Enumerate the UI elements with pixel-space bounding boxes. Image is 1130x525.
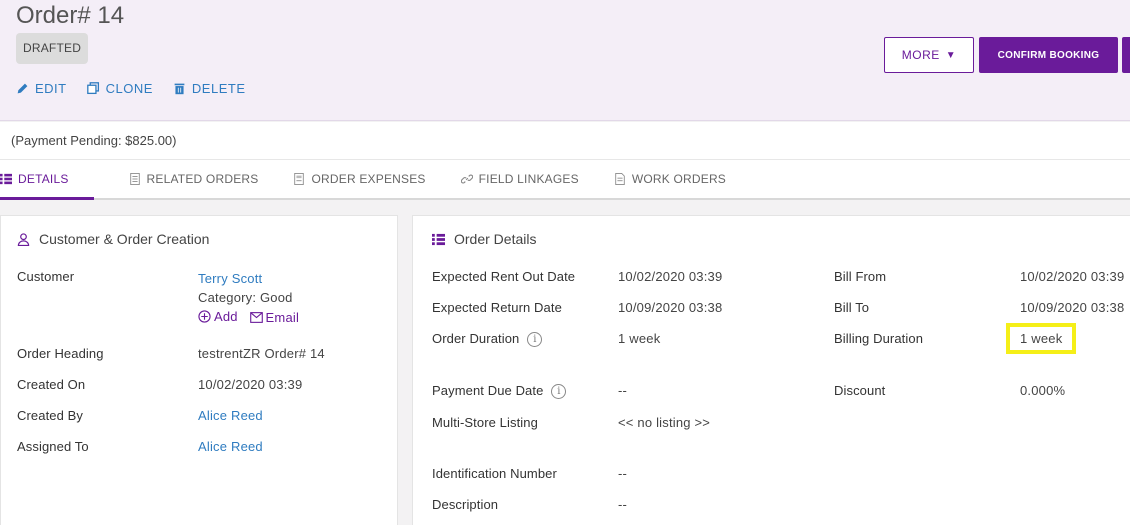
- confirm-booking-button[interactable]: CONFIRM BOOKING: [979, 37, 1118, 73]
- expense-icon: [294, 173, 305, 185]
- bill-to-value: 10/09/2020 03:38: [1020, 300, 1125, 315]
- caret-down-icon: ▼: [945, 49, 957, 61]
- tab-label: WORK ORDERS: [631, 172, 727, 186]
- bill-from-value: 10/02/2020 03:39: [1020, 269, 1125, 284]
- customer-name-link[interactable]: Terry Scott: [198, 269, 307, 288]
- payment-due-label: Payment Due Date: [432, 383, 544, 398]
- payment-due-value: --: [618, 383, 628, 398]
- envelope-icon: [249, 312, 263, 323]
- tab-field-linkages[interactable]: FIELD LINKAGES: [460, 160, 579, 198]
- card-title: Order Details: [432, 231, 536, 247]
- customer-actions: Add Email: [198, 307, 307, 328]
- card-title: Customer & Order Creation: [17, 231, 209, 247]
- created-on-value: 10/02/2020 03:39: [198, 377, 303, 392]
- tab-label: ORDER EXPENSES: [311, 172, 426, 186]
- customer-card-title: Customer & Order Creation: [39, 231, 210, 247]
- order-card-title: Order Details: [454, 231, 537, 247]
- return-label: Expected Return Date: [432, 300, 562, 315]
- clone-button[interactable]: CLONE: [86, 81, 153, 96]
- order-duration-value: 1 week: [618, 331, 661, 346]
- bill-from-label: Bill From: [834, 269, 887, 284]
- payment-pending-text: (Payment Pending: $825.00): [0, 122, 1130, 160]
- more-button[interactable]: MORE ▼: [884, 37, 974, 73]
- trash-icon: [174, 83, 185, 95]
- add-label: Add: [214, 309, 238, 324]
- description-value: --: [618, 497, 628, 512]
- order-details-card: Order Details Expected Rent Out Date 10/…: [412, 215, 1130, 525]
- list-icon: [432, 233, 445, 245]
- edit-button[interactable]: EDIT: [16, 81, 67, 96]
- identification-label: Identification Number: [432, 466, 557, 481]
- order-heading-value: testrentZR Order# 14: [198, 346, 325, 361]
- edit-label: EDIT: [35, 81, 67, 96]
- more-label: MORE: [901, 48, 940, 62]
- created-on-label: Created On: [17, 377, 86, 392]
- description-label: Description: [432, 497, 499, 512]
- customer-label: Customer: [17, 269, 75, 284]
- copy-icon: [86, 82, 99, 95]
- tab-label: FIELD LINKAGES: [478, 172, 579, 186]
- order-duration-row: Order Duration i: [432, 331, 543, 348]
- multistore-value: << no listing >>: [618, 415, 711, 430]
- bill-to-label: Bill To: [834, 300, 870, 315]
- rent-out-value: 10/02/2020 03:39: [618, 269, 723, 284]
- tab-order-expenses[interactable]: ORDER EXPENSES: [293, 160, 425, 198]
- customer-block: Terry Scott Category: Good Add Email: [198, 269, 307, 328]
- user-icon: [17, 232, 30, 246]
- order-tabs: DETAILS RELATED ORDERS ORDER EXPENSES FI…: [0, 160, 1130, 200]
- delete-button[interactable]: DELETE: [173, 81, 246, 96]
- order-duration-label: Order Duration: [432, 331, 520, 346]
- list-icon: [0, 173, 12, 184]
- multistore-label: Multi-Store Listing: [432, 415, 538, 430]
- tab-label: DETAILS: [18, 171, 69, 186]
- link-icon: [460, 174, 473, 184]
- work-order-icon: [615, 173, 625, 185]
- discount-value: 0.000%: [1020, 383, 1066, 398]
- plus-circle-icon: [198, 310, 211, 323]
- discount-label: Discount: [834, 383, 886, 398]
- pencil-icon: [17, 83, 28, 94]
- created-by-link[interactable]: Alice Reed: [198, 408, 263, 423]
- tab-details[interactable]: DETAILS: [0, 160, 94, 200]
- order-actions: EDIT CLONE DELETE: [16, 81, 266, 96]
- billing-duration-label: Billing Duration: [834, 331, 924, 346]
- rent-out-label: Expected Rent Out Date: [432, 269, 576, 284]
- order-heading-label: Order Heading: [17, 346, 104, 361]
- tab-label: RELATED ORDERS: [146, 172, 259, 186]
- assigned-to-link[interactable]: Alice Reed: [198, 439, 263, 454]
- info-icon[interactable]: i: [527, 332, 543, 348]
- tab-related-orders[interactable]: RELATED ORDERS: [129, 160, 259, 198]
- info-icon[interactable]: i: [551, 384, 567, 400]
- page-title: Order# 14: [16, 2, 125, 29]
- email-button[interactable]: Email: [249, 308, 300, 327]
- overflow-button[interactable]: [1122, 37, 1130, 73]
- highlight-box: [1006, 323, 1076, 354]
- created-by-label: Created By: [17, 408, 84, 423]
- email-label: Email: [265, 310, 300, 325]
- order-header: Order# 14 DRAFTED EDIT CLONE DELETE MORE…: [0, 0, 1130, 121]
- status-badge: DRAFTED: [16, 33, 89, 64]
- document-icon: [129, 173, 140, 185]
- clone-label: CLONE: [105, 81, 153, 96]
- return-value: 10/09/2020 03:38: [618, 300, 723, 315]
- customer-order-card: Customer & Order Creation Customer Terry…: [0, 215, 398, 525]
- add-contact-button[interactable]: Add: [198, 307, 238, 326]
- delete-label: DELETE: [191, 81, 246, 96]
- payment-due-row: Payment Due Date i: [432, 383, 567, 400]
- tab-work-orders[interactable]: WORK ORDERS: [614, 160, 726, 198]
- identification-value: --: [618, 466, 628, 481]
- assigned-to-label: Assigned To: [17, 439, 89, 454]
- customer-category: Category: Good: [198, 290, 293, 305]
